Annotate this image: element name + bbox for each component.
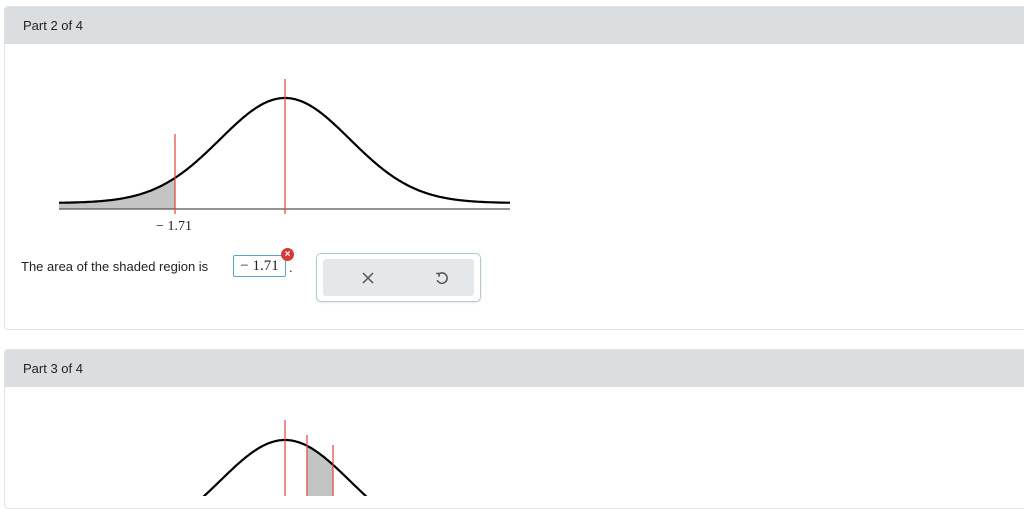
part-3-title: Part 3 of 4 [23,361,83,376]
part-2-normal-curve: − 1.71 [58,79,510,234]
undo-icon [436,271,448,284]
answer-tools-bar [323,259,474,296]
part-3-normal-curve [202,420,368,496]
cutoff-tick-label: − 1.71 [156,219,192,234]
shaded-left-tail [59,177,175,209]
answer-tools-panel [316,253,481,302]
close-icon [362,271,374,284]
error-icon: × [281,248,294,261]
question-text: The area of the shaded region is [21,259,209,274]
part-3-header: Part 3 of 4 [5,350,1024,387]
clear-answer-button[interactable] [343,259,393,296]
undo-button[interactable] [417,259,467,296]
sentence-period: . [289,260,293,275]
answer-input[interactable]: − 1.71 [233,255,286,277]
